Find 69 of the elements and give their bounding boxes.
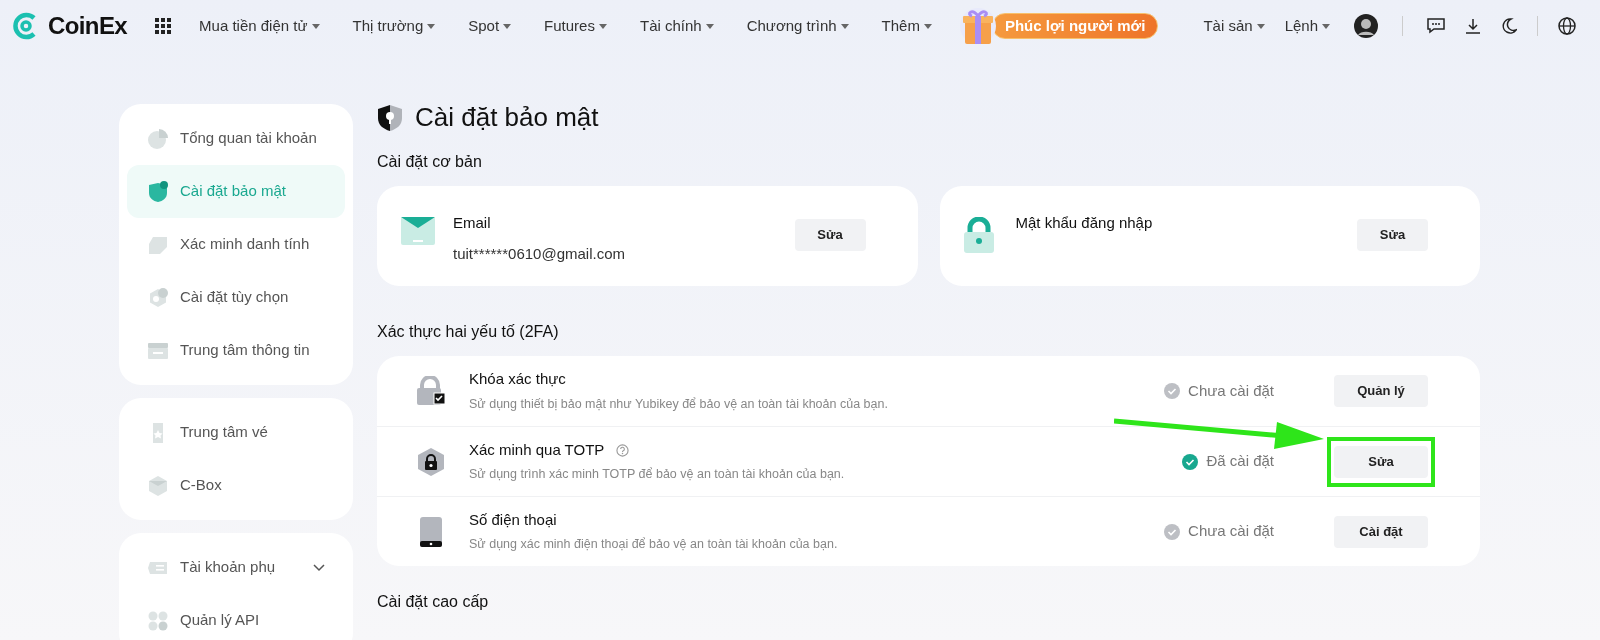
sidebar-item[interactable]: Trung tâm thông tin <box>127 324 345 377</box>
setting-description: Sử dụng trình xác minh TOTP để bảo vệ an toàn tài khoản của bạn. <box>469 466 846 484</box>
sidebar-item[interactable]: Xác minh danh tính <box>127 218 345 271</box>
box-icon <box>147 474 169 497</box>
padlock-icon <box>963 217 994 253</box>
action-button[interactable]: Quản lý <box>1334 375 1428 407</box>
status-text: Chưa cài đặt <box>1188 380 1274 401</box>
caret-icon <box>503 23 512 29</box>
status-text: Đã cài đặt <box>1206 451 1274 472</box>
action-button[interactable]: Sửa <box>1334 445 1428 478</box>
sidebar-item[interactable]: Tổng quan tài khoản <box>127 112 345 165</box>
apps-grid-icon[interactable] <box>155 18 172 34</box>
pie-chart-icon <box>147 127 169 150</box>
nav-menu-item[interactable]: Chương trình <box>746 14 849 38</box>
grid-icon <box>147 609 169 632</box>
setting-title: Mật khẩu đăng nhập <box>1015 213 1154 233</box>
email-value: tuit******0610@gmail.com <box>453 243 626 264</box>
nav-menu-item[interactable]: Spot <box>468 14 512 38</box>
gear-icon <box>147 286 169 309</box>
help-icon[interactable] <box>616 443 630 457</box>
nav-menu-item[interactable]: Lệnh <box>1284 14 1330 38</box>
ticket-icon <box>152 421 164 444</box>
gift-box-icon <box>959 6 996 46</box>
action-button[interactable]: Cài đặt <box>1334 515 1428 548</box>
phone-icon <box>420 516 442 547</box>
setting-description: Sử dụng thiết bị bảo mật như Yubikey để bảo vệ an toàn tài khoản của bạn. <box>469 395 889 413</box>
nav-menu-item[interactable]: Tài sản <box>1203 14 1265 38</box>
section-heading: Xác thực hai yếu tố (2FA) <box>377 322 560 342</box>
padlock-check-icon <box>416 376 446 406</box>
globe-icon[interactable] <box>1558 17 1576 35</box>
moon-icon[interactable] <box>1501 18 1517 34</box>
nav-menu-item[interactable]: Mua tiền điện tử <box>199 14 320 38</box>
edit-button[interactable]: Sửa <box>1357 219 1428 251</box>
sidebar-item[interactable]: C-Box <box>127 459 345 512</box>
nav-menu-item[interactable]: Thị trường <box>352 14 436 38</box>
section-heading: Cài đặt cao cấp <box>377 592 490 612</box>
avatar-icon[interactable] <box>1354 14 1378 38</box>
sidebar-item[interactable]: Tài khoản phụ <box>127 541 345 594</box>
hexagon-lock-icon <box>416 446 446 477</box>
shield-keyhole-icon <box>377 103 403 132</box>
caret-icon <box>1322 23 1330 29</box>
sidebar-item[interactable]: Quản lý API <box>127 594 345 640</box>
status-text: Chưa cài đặt <box>1188 521 1274 542</box>
logo-text[interactable]: CoinEx <box>48 8 128 44</box>
setting-title: Xác minh qua TOTP <box>469 439 605 460</box>
section-heading: Cài đặt cơ bản <box>377 152 483 172</box>
nav-menu-item[interactable]: Tài chính <box>639 14 714 38</box>
shield-icon <box>147 180 169 203</box>
nav-menu-item[interactable]: Futures <box>544 14 607 38</box>
setting-title: Khóa xác thực <box>469 369 566 390</box>
caret-icon <box>923 23 932 29</box>
caret-icon <box>427 23 436 29</box>
caret-icon <box>840 23 849 29</box>
setting-description: Sử dụng xác minh điện thoại để bảo vệ an toàn tài khoản của bạn. <box>469 536 839 554</box>
page-title: Cài đặt bảo mật <box>415 101 599 134</box>
caret-icon <box>705 23 714 29</box>
download-icon[interactable] <box>1465 18 1481 34</box>
caret-icon <box>1256 23 1265 29</box>
caret-icon <box>311 23 320 29</box>
caret-icon <box>598 23 607 29</box>
sidebar-item[interactable]: Cài đặt tùy chọn <box>127 271 345 324</box>
edit-button[interactable]: Sửa <box>794 219 866 251</box>
chat-icon[interactable] <box>1427 18 1445 34</box>
chevron-down-icon[interactable] <box>313 563 325 572</box>
envelope-icon <box>401 217 435 245</box>
setting-title: Email <box>453 213 492 233</box>
sidebar-item[interactable]: Trung tâm vé <box>127 406 345 459</box>
setting-title: Số điện thoại <box>469 509 557 530</box>
nav-menu-item[interactable]: Thêm <box>881 14 932 38</box>
